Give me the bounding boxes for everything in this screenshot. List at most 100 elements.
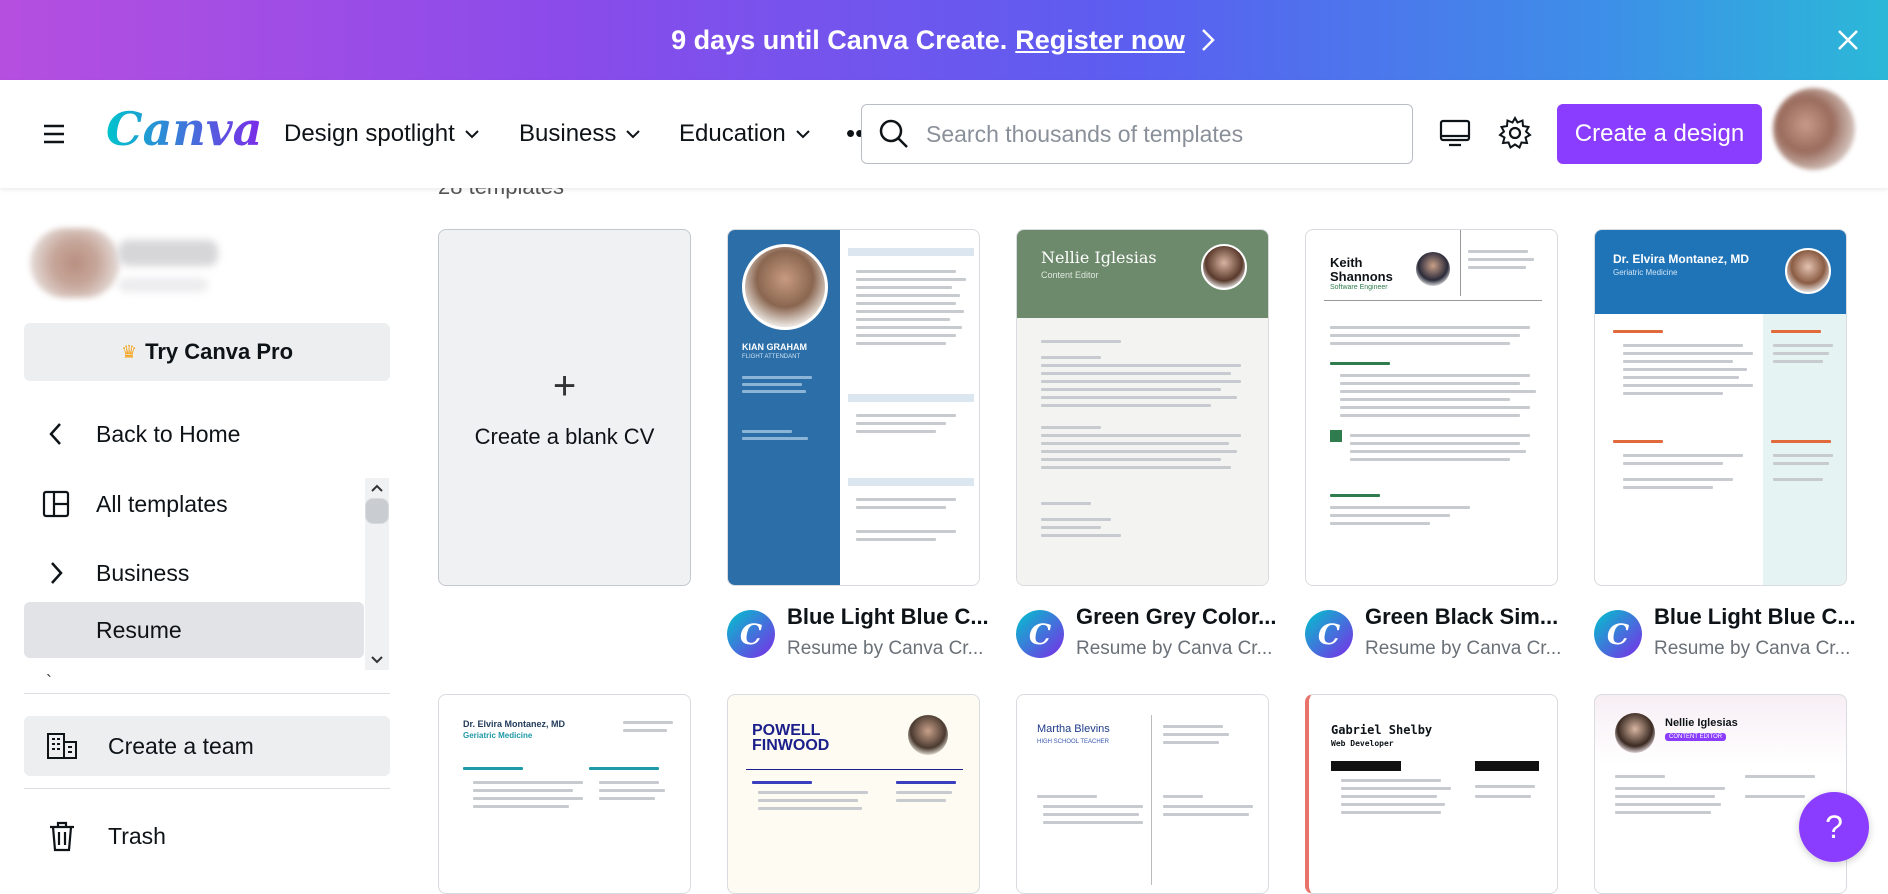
team-building-icon (47, 733, 77, 759)
chevron-left-icon (38, 416, 74, 452)
back-home-label: Back to Home (96, 420, 241, 447)
canva-creator-icon: C (1305, 610, 1353, 658)
sidebar-item-all-templates[interactable]: All templates (24, 476, 364, 532)
template-title[interactable]: Green Black Sim... (1365, 604, 1595, 630)
resume-role: Geriatric Medicine (463, 731, 533, 740)
template-title[interactable]: Green Grey Color... (1076, 604, 1306, 630)
template-thumbnail[interactable]: Nellie Iglesias CONTENT EDITOR (1594, 694, 1847, 894)
template-thumbnail[interactable]: Dr. Elvira Montanez, MD Geriatric Medici… (1594, 229, 1847, 586)
close-icon[interactable] (1830, 22, 1866, 58)
resume-name: KIAN GRAHAM (742, 342, 807, 352)
template-title[interactable]: Blue Light Blue C... (787, 604, 1017, 630)
template-thumbnail[interactable]: Keith Shannons Software Engineer (1305, 229, 1558, 586)
template-search[interactable] (861, 104, 1413, 164)
template-card[interactable]: Martha Blevins HIGH SCHOOL TEACHER (1016, 694, 1269, 894)
template-card[interactable]: KIAN GRAHAM FLIGHT ATTENDANT C Blue Ligh… (727, 229, 989, 659)
resume-role: CONTENT EDITOR (1665, 733, 1727, 741)
template-card[interactable]: Nellie Iglesias Content Editor C Green G… (1016, 229, 1277, 659)
template-subtitle: Resume by Canva Cr... (1365, 638, 1562, 659)
create-team-button[interactable]: Create a team (24, 716, 390, 776)
chevron-down-icon (465, 130, 479, 139)
template-thumbnail[interactable]: Nellie Iglesias Content Editor (1016, 229, 1269, 586)
resume-name: Dr. Elvira Montanez, MD (463, 719, 566, 729)
user-avatar[interactable] (1773, 88, 1855, 170)
template-thumbnail[interactable]: KIAN GRAHAM FLIGHT ATTENDANT (727, 229, 980, 586)
trash-icon (50, 821, 74, 852)
back-to-home[interactable]: Back to Home (24, 406, 364, 462)
template-card[interactable]: Nellie Iglesias CONTENT EDITOR (1594, 694, 1847, 894)
template-thumbnail[interactable]: POWELL FINWOOD (727, 694, 980, 894)
template-thumbnail[interactable]: Dr. Elvira Montanez, MD Geriatric Medici… (438, 694, 691, 894)
template-title[interactable]: Blue Light Blue C... (1654, 604, 1884, 630)
profile-avatar[interactable] (30, 228, 120, 298)
template-card[interactable]: Dr. Elvira Montanez, MD Geriatric Medici… (1594, 229, 1856, 659)
search-input[interactable] (926, 120, 1386, 148)
canva-creator-icon: C (1016, 610, 1064, 658)
nav-business[interactable]: Business (519, 120, 642, 148)
search-icon (879, 119, 908, 148)
nav-design-spotlight[interactable]: Design spotlight (284, 120, 481, 148)
resume-label: Resume (96, 616, 182, 643)
resume-role: Geriatric Medicine (1613, 268, 1678, 277)
help-button[interactable]: ? (1799, 792, 1869, 862)
sidebar-item-resume[interactable]: Resume (24, 602, 364, 658)
resume-name: Keith Shannons (1330, 255, 1393, 284)
scroll-thumb[interactable] (365, 498, 389, 524)
register-link[interactable]: Register now (1015, 25, 1185, 56)
business-label: Business (96, 559, 190, 586)
create-team-label: Create a team (108, 732, 254, 759)
sidebar-scrollbar[interactable] (365, 478, 389, 670)
trash-label: Trash (108, 822, 166, 849)
resume-photo (908, 715, 948, 755)
template-thumbnail[interactable]: Gabriel Shelby Web Developer (1305, 694, 1558, 894)
resume-role: FLIGHT ATTENDANT (742, 354, 801, 360)
try-pro-label: Try Canva Pro (145, 339, 294, 364)
resume-name: Nellie Iglesias (1041, 248, 1157, 267)
resume-name: Dr. Elvira Montanez, MD (1613, 252, 1750, 266)
resume-name: Martha Blevins (1037, 723, 1110, 735)
scroll-up-icon[interactable] (365, 478, 389, 498)
resume-role: Web Developer (1331, 739, 1394, 748)
banner-text: 9 days until Canva Create. (671, 24, 1008, 55)
resume-role: Software Engineer (1330, 284, 1388, 291)
sidebar: ♛ Try Canva Pro Back to Home All templat… (0, 188, 410, 877)
create-design-button[interactable]: Create a design (1557, 104, 1762, 164)
nav-label: Design spotlight (284, 120, 455, 147)
menu-icon[interactable] (38, 118, 70, 150)
promo-banner: 9 days until Canva Create. Register now (0, 0, 1888, 80)
profile-name-blurred (118, 240, 218, 266)
resume-name: Gabriel Shelby (1331, 723, 1433, 737)
blank-card-label: Create a blank CV (474, 423, 655, 449)
all-templates-label: All templates (96, 490, 228, 517)
canva-logo[interactable]: Canva (106, 102, 262, 156)
template-thumbnail[interactable]: Martha Blevins HIGH SCHOOL TEACHER (1016, 694, 1269, 894)
trash-item[interactable]: Trash (24, 808, 390, 864)
banner-message: 9 days until Canva Create. Register now (671, 25, 1217, 56)
divider (24, 693, 390, 694)
template-card[interactable]: Keith Shannons Software Engineer C Green… (1305, 229, 1561, 659)
resume-photo (742, 244, 828, 330)
resume-photo (1416, 252, 1450, 286)
create-blank-cv-card[interactable]: + Create a blank CV (438, 229, 691, 586)
crown-icon: ♛ (120, 341, 138, 362)
try-canva-pro-button[interactable]: ♛ Try Canva Pro (24, 323, 390, 381)
template-card[interactable]: Gabriel Shelby Web Developer (1305, 694, 1558, 894)
templates-icon (38, 486, 74, 522)
sidebar-item-business[interactable]: Business (24, 545, 364, 601)
template-card[interactable]: POWELL FINWOOD (727, 694, 980, 894)
nav-label: Business (519, 120, 617, 147)
canva-creator-icon: C (1594, 610, 1642, 658)
plus-icon: + (552, 363, 577, 408)
chevron-right-icon (38, 555, 74, 591)
desktop-app-icon[interactable] (1437, 115, 1473, 151)
canva-creator-icon: C (727, 610, 775, 658)
scroll-down-icon[interactable] (365, 650, 389, 670)
chevron-down-icon (796, 130, 810, 139)
resume-photo (1615, 713, 1655, 753)
template-card[interactable]: Dr. Elvira Montanez, MD Geriatric Medici… (438, 694, 691, 894)
gear-icon[interactable] (1497, 115, 1533, 151)
nav-education[interactable]: Education (679, 120, 812, 148)
resume-photo (1201, 244, 1247, 290)
template-subtitle: Resume by Canva Cr... (1654, 638, 1851, 659)
profile-subtitle-blurred (118, 278, 208, 292)
